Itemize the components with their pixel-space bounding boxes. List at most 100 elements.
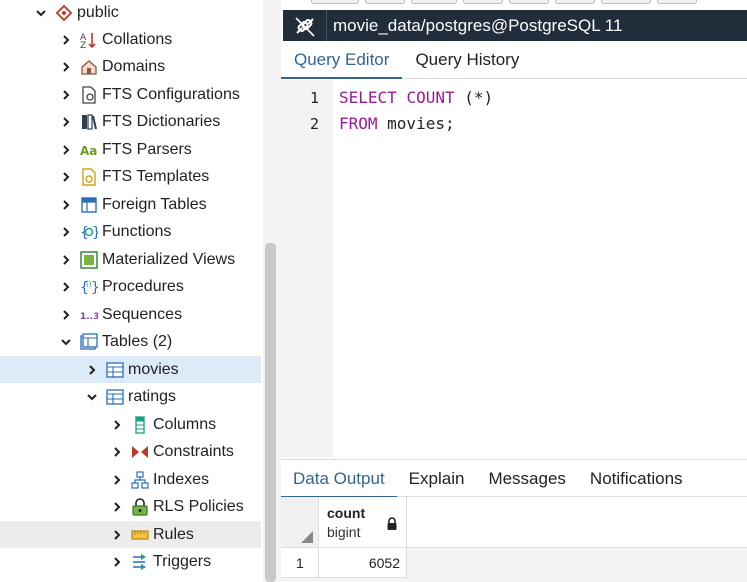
connection-status-icon[interactable]	[283, 10, 327, 41]
fts-parser-icon: Aa	[79, 140, 99, 160]
chevron-down-icon[interactable]	[85, 390, 99, 404]
tab-messages[interactable]: Messages	[476, 460, 577, 498]
tree-item-label: public	[77, 4, 119, 21]
chevron-right-icon[interactable]	[59, 115, 73, 129]
tab-query-editor[interactable]: Query Editor	[281, 41, 403, 79]
tree-item-rules[interactable]: Rules	[0, 521, 261, 548]
tree-item-fts-parsers[interactable]: Aa FTS Parsers	[0, 136, 261, 163]
tab-data-output[interactable]: Data Output	[281, 460, 397, 498]
toolbar-button[interactable]	[411, 0, 457, 4]
chevron-right-icon[interactable]	[110, 473, 124, 487]
rls-policy-icon	[130, 497, 150, 517]
tree-item-constraints[interactable]: Constraints	[0, 438, 261, 465]
toolbar-button[interactable]	[657, 0, 697, 4]
table-icon	[105, 387, 125, 407]
tree-item-domains[interactable]: Domains	[0, 53, 261, 80]
tree-item-fts-configurations[interactable]: FTS Configurations	[0, 81, 261, 108]
tree-item-label: Columns	[153, 416, 217, 433]
chevron-right-icon[interactable]	[59, 225, 73, 239]
lock-icon	[387, 517, 397, 530]
column-header-count[interactable]: count bigint	[319, 497, 407, 548]
chevron-right-icon[interactable]	[59, 143, 73, 157]
tree-item-label: Sequences	[102, 306, 183, 323]
tree-item-materialized-views[interactable]: Materialized Views	[0, 246, 261, 273]
chevron-right-icon[interactable]	[59, 308, 73, 322]
fts-template-icon	[79, 167, 99, 187]
chevron-right-icon[interactable]	[59, 170, 73, 184]
tree-item-procedures[interactable]: {}() Procedures	[0, 273, 261, 300]
chevron-right-icon[interactable]	[59, 88, 73, 102]
tree-item-indexes[interactable]: Indexes	[0, 466, 261, 493]
tree-item-functions[interactable]: {} Functions	[0, 218, 261, 245]
materialized-view-icon	[79, 250, 99, 270]
table-cell[interactable]: 6052	[319, 548, 407, 578]
tree-item-label: Procedures	[102, 278, 184, 295]
tree-item-ratings[interactable]: ratings	[0, 383, 261, 410]
tree-item-fts-templates[interactable]: FTS Templates	[0, 163, 261, 190]
chevron-right-icon[interactable]	[59, 198, 73, 212]
tree-item-triggers[interactable]: Triggers	[0, 548, 261, 575]
rules-icon	[130, 525, 150, 545]
tree-scrollbar[interactable]	[265, 243, 276, 582]
connection-bar[interactable]: movie_data/postgres@PostgreSQL 11	[283, 10, 747, 41]
chevron-right-icon[interactable]	[110, 528, 124, 542]
toolbar-button[interactable]	[463, 0, 503, 4]
tab-explain[interactable]: Explain	[397, 460, 477, 498]
chevron-down-icon[interactable]	[34, 6, 48, 20]
tree-item-public[interactable]: public	[0, 0, 261, 26]
tab-query-history[interactable]: Query History	[402, 41, 532, 79]
tree-item-rls-policies[interactable]: RLS Policies	[0, 493, 261, 520]
chevron-right-icon[interactable]	[59, 33, 73, 47]
code-line[interactable]: FROM movies;	[339, 114, 455, 133]
chevron-right-icon[interactable]	[110, 445, 124, 459]
svg-text:1..3: 1..3	[80, 312, 98, 322]
chevron-right-icon[interactable]	[59, 253, 73, 267]
tree-item-sequences[interactable]: 1..3 Sequences	[0, 301, 261, 328]
svg-text:Z: Z	[80, 41, 86, 49]
chevron-right-icon[interactable]	[59, 280, 73, 294]
tree-item-movies[interactable]: movies	[0, 356, 261, 383]
tree-item-label: Constraints	[153, 443, 234, 460]
chevron-down-icon[interactable]	[59, 335, 73, 349]
toolbar-button[interactable]	[509, 0, 549, 4]
query-tool-panel: movie_data/postgres@PostgreSQL 11 Query …	[281, 0, 747, 582]
result-grid: count bigint 1 6052	[281, 497, 747, 582]
grid-select-all[interactable]	[281, 497, 319, 548]
tree-item-label: Collations	[102, 31, 173, 48]
chevron-right-icon[interactable]	[110, 500, 124, 514]
tree-item-label: FTS Dictionaries	[102, 113, 221, 130]
output-tabs: Data Output Explain Messages Notificatio…	[281, 459, 747, 498]
toolbar-button[interactable]	[365, 0, 405, 4]
grid-header-filler	[407, 497, 747, 548]
sql-editor[interactable]: 1 2 SELECT COUNT (*) FROM movies;	[281, 80, 747, 457]
tab-notifications[interactable]: Notifications	[578, 460, 695, 498]
chevron-right-icon[interactable]	[85, 363, 99, 377]
svg-text:}: }	[91, 280, 98, 296]
tree-item-label: Triggers	[153, 553, 212, 570]
tree-item-columns[interactable]: Columns	[0, 411, 261, 438]
sql-keyword: SELECT	[339, 88, 397, 107]
columns-icon	[130, 415, 150, 435]
svg-text:Aa: Aa	[80, 144, 97, 158]
table-icon	[105, 360, 125, 380]
code-line[interactable]: SELECT COUNT (*)	[339, 88, 493, 107]
chevron-right-icon[interactable]	[110, 418, 124, 432]
tree-item-label: Rules	[153, 526, 194, 543]
corner-triangle-icon	[301, 531, 313, 543]
svg-text:(): ()	[86, 280, 92, 288]
chevron-right-icon[interactable]	[59, 60, 73, 74]
toolbar-button[interactable]	[555, 0, 595, 4]
toolbar-button[interactable]	[601, 0, 651, 4]
indexes-icon	[130, 470, 150, 490]
tree-item-fts-dictionaries[interactable]: FTS Dictionaries	[0, 108, 261, 135]
tree-item-foreign-tables[interactable]: Foreign Tables	[0, 191, 261, 218]
domain-icon	[79, 57, 99, 77]
tree-item-tables[interactable]: Tables (2)	[0, 328, 261, 355]
tree-item-collations[interactable]: AZ Collations	[0, 26, 261, 53]
tree-item-label: Domains	[102, 58, 166, 75]
tree-item-label: Functions	[102, 223, 172, 240]
toolbar-button[interactable]	[311, 0, 359, 4]
chevron-right-icon[interactable]	[110, 555, 124, 569]
row-number[interactable]: 1	[281, 548, 319, 578]
tree-item-label: Materialized Views	[102, 251, 236, 268]
